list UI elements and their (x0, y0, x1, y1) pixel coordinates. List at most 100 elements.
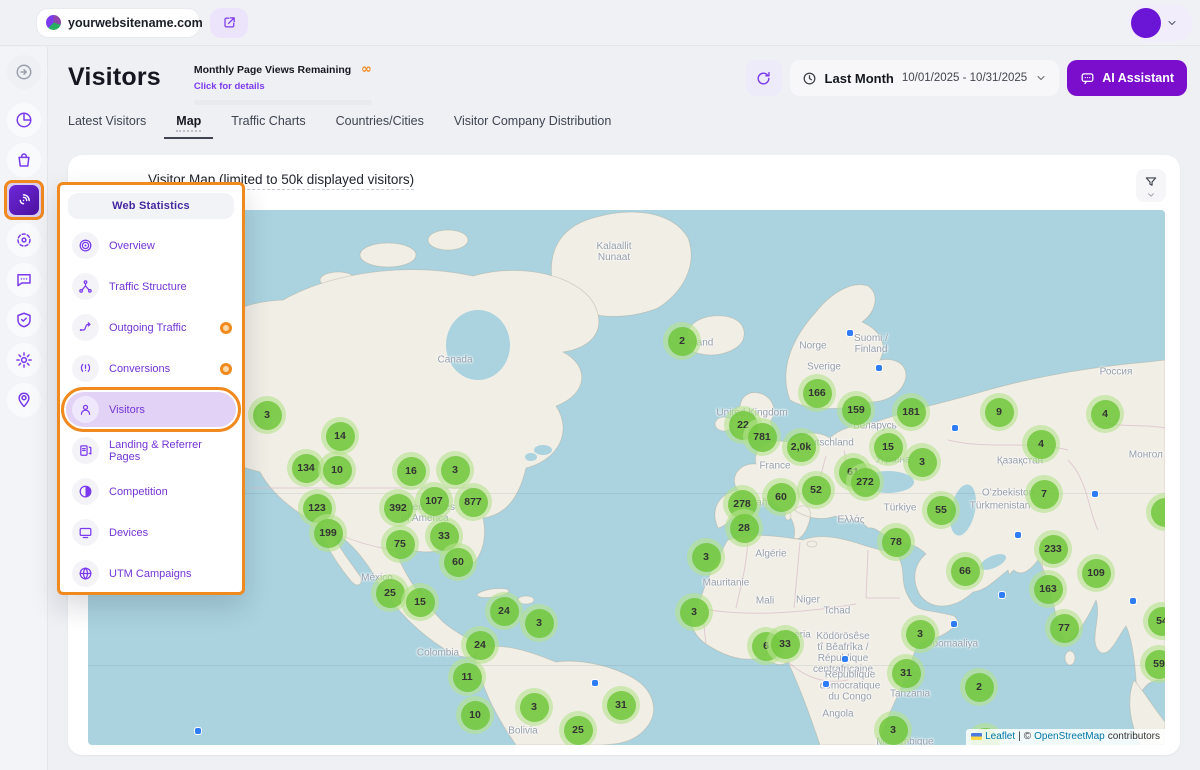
menu-item-landing-referrer-pages[interactable]: Landing & Referrer Pages (60, 430, 242, 471)
visitor-cluster[interactable]: 14 (321, 417, 359, 455)
filter-button[interactable] (1136, 169, 1166, 202)
visitor-cluster[interactable]: 60 (762, 478, 800, 516)
visitor-marker[interactable] (842, 656, 848, 662)
visitor-marker[interactable] (823, 681, 829, 687)
sidebar (0, 47, 48, 770)
sidebar-item-chat-dots[interactable] (7, 263, 41, 297)
visitor-map[interactable]: KalaallitNunaatCanadaUnited Statesof Ame… (88, 210, 1165, 745)
visitor-cluster[interactable]: 2,0k (782, 428, 820, 466)
sidebar-item-person-pin[interactable] (7, 383, 41, 417)
visitor-cluster[interactable]: 107 (415, 482, 453, 520)
visitor-cluster[interactable]: 4 (1022, 425, 1060, 463)
visitor-marker[interactable] (1130, 598, 1136, 604)
visitor-cluster[interactable]: 3 (248, 396, 286, 434)
date-range-picker[interactable]: Last Month 10/01/2025 - 10/31/2025 (790, 60, 1060, 96)
visitor-marker[interactable] (952, 425, 958, 431)
visitor-marker[interactable] (847, 330, 853, 336)
refresh-button[interactable] (746, 60, 782, 96)
visitor-cluster[interactable]: 159 (837, 391, 875, 429)
web-statistics-flyout: Web Statistics OverviewTraffic Structure… (57, 182, 245, 595)
visitor-cluster[interactable]: 31 (602, 686, 640, 724)
visitor-cluster[interactable]: 10 (456, 696, 494, 734)
sidebar-item-shopping-bag[interactable] (7, 143, 41, 177)
sidebar-item-gear[interactable] (7, 343, 41, 377)
visitor-cluster[interactable]: 33 (766, 625, 804, 663)
menu-item-conversions[interactable]: Conversions (60, 348, 242, 389)
visitor-cluster[interactable]: 2 (960, 668, 998, 706)
visitor-cluster[interactable]: 3 (675, 593, 713, 631)
ai-assistant-button[interactable]: AI Assistant (1067, 60, 1187, 96)
menu-item-devices[interactable]: Devices (60, 512, 242, 553)
visitor-cluster[interactable]: 66 (946, 552, 984, 590)
visitor-cluster[interactable]: 166 (798, 374, 836, 412)
visitor-cluster[interactable]: 78 (877, 523, 915, 561)
leaflet-link[interactable]: Leaflet (985, 731, 1015, 742)
visitor-cluster[interactable]: 781 (743, 418, 781, 456)
website-selector[interactable]: yourwebsitename.com (36, 8, 200, 38)
visitor-marker[interactable] (592, 680, 598, 686)
visitor-cluster[interactable]: 11 (448, 658, 486, 696)
account-menu[interactable] (1127, 4, 1193, 42)
visitor-cluster[interactable]: 15 (401, 583, 439, 621)
visitor-cluster[interactable]: 2 (663, 322, 701, 360)
tab-map[interactable]: Map (164, 114, 213, 139)
open-website-button[interactable] (210, 8, 248, 38)
sidebar-item-focus-target[interactable] (7, 223, 41, 257)
sidebar-item-shield-check[interactable] (7, 303, 41, 337)
menu-item-competition[interactable]: Competition (60, 471, 242, 512)
visitor-cluster[interactable]: 77 (1045, 609, 1083, 647)
visitor-cluster[interactable]: 272 (846, 463, 884, 501)
visitor-cluster[interactable]: 233 (1034, 530, 1072, 568)
visitor-cluster[interactable]: 877 (454, 483, 492, 521)
quota-details-link[interactable]: Click for details (194, 81, 265, 92)
visitor-cluster[interactable]: 60 (439, 543, 477, 581)
visitor-cluster[interactable]: 24 (485, 592, 523, 630)
visitor-cluster[interactable]: 3 (515, 688, 553, 726)
pie-chart-icon (15, 111, 33, 129)
visitor-cluster[interactable]: 181 (892, 393, 930, 431)
visitor-marker[interactable] (951, 621, 957, 627)
visitor-marker[interactable] (1092, 491, 1098, 497)
visitor-cluster[interactable]: 3 (687, 538, 725, 576)
chat-icon (1080, 71, 1095, 86)
visitor-cluster[interactable]: 3 (874, 711, 912, 745)
tab-visitor-company-distribution[interactable]: Visitor Company Distribution (454, 114, 611, 137)
visitor-cluster[interactable]: 25 (559, 711, 597, 745)
visitor-marker[interactable] (999, 592, 1005, 598)
visitor-marker[interactable] (195, 728, 201, 734)
menu-item-overview[interactable]: Overview (60, 225, 242, 266)
menu-item-visitors[interactable]: Visitors (66, 392, 236, 427)
visitor-cluster[interactable]: 3 (901, 615, 939, 653)
visitor-cluster[interactable]: 9 (980, 393, 1018, 431)
shopping-bag-icon (15, 151, 33, 169)
visitor-cluster[interactable]: 55 (922, 491, 960, 529)
period-label: Last Month (825, 71, 894, 86)
menu-item-traffic-structure[interactable]: Traffic Structure (60, 266, 242, 307)
visitor-cluster[interactable]: 163 (1029, 570, 1067, 608)
visitor-cluster[interactable]: 7 (1025, 475, 1063, 513)
osm-link[interactable]: OpenStreetMap (1034, 731, 1105, 742)
visitor-cluster[interactable]: 109 (1077, 554, 1115, 592)
visitor-cluster[interactable]: 75 (381, 525, 419, 563)
visitor-cluster[interactable]: 15 (869, 428, 907, 466)
funnel-icon (1144, 175, 1158, 189)
visitor-marker[interactable] (876, 365, 882, 371)
visitor-cluster[interactable]: 10 (318, 451, 356, 489)
visitor-cluster[interactable]: 392 (379, 489, 417, 527)
menu-item-utm-campaigns[interactable]: UTM Campaigns (60, 553, 242, 594)
sidebar-item-pie-chart[interactable] (7, 103, 41, 137)
visitor-marker[interactable] (1015, 532, 1021, 538)
visitor-cluster[interactable]: 31 (887, 654, 925, 692)
visitor-cluster[interactable]: 4 (1086, 395, 1124, 433)
tab-traffic-charts[interactable]: Traffic Charts (231, 114, 305, 137)
sidebar-item-arrow-circle[interactable] (7, 55, 41, 89)
menu-item-outgoing-traffic[interactable]: Outgoing Traffic (60, 307, 242, 348)
sidebar-item-radar-active[interactable] (4, 180, 44, 220)
visitor-cluster[interactable]: 3 (903, 443, 941, 481)
visitor-cluster[interactable]: 199 (309, 514, 347, 552)
tab-countries-cities[interactable]: Countries/Cities (336, 114, 424, 137)
visitor-cluster[interactable]: 3 (520, 604, 558, 642)
visitor-cluster[interactable]: 28 (725, 509, 763, 547)
visitor-cluster[interactable]: 52 (797, 471, 835, 509)
tab-latest-visitors[interactable]: Latest Visitors (68, 114, 146, 137)
